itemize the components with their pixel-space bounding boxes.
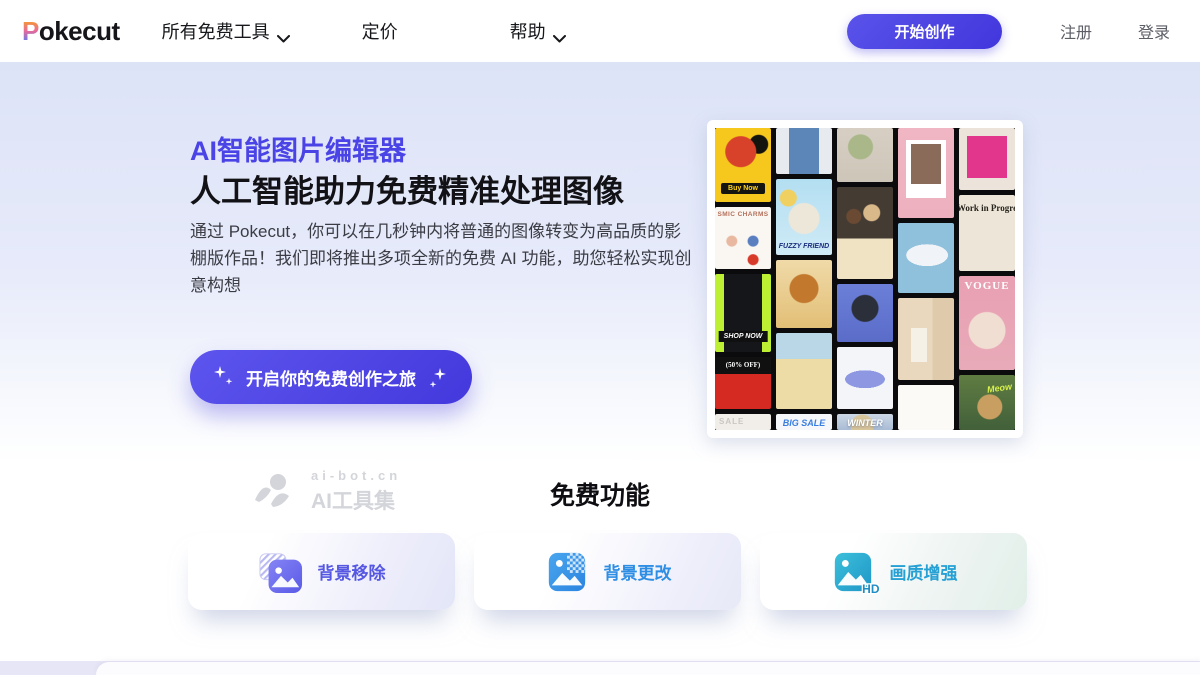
tile-label: BIG SALE xyxy=(783,418,826,428)
tile-label: WINTER xyxy=(847,418,883,428)
collage-tile-cat xyxy=(776,260,832,328)
tile-label: SMIC CHARMS xyxy=(718,211,769,218)
logo-letter: P xyxy=(22,16,39,47)
hd-badge: HD xyxy=(862,582,879,596)
collage-tile-magenta-poster xyxy=(959,128,1015,190)
tile-label: VOGUE xyxy=(964,280,1009,292)
collage-tile-work-in-progress: Work in Progre xyxy=(959,195,1015,271)
collage-tile-meow-cat: Meow xyxy=(959,375,1015,430)
collage-tile-beach xyxy=(776,333,832,409)
feature-card-background-removal[interactable]: 背景移除 xyxy=(188,533,455,610)
sparkle-icon xyxy=(212,364,236,390)
collage-tile-winter: WINTER xyxy=(837,414,893,430)
collage-column: Buy Now SMIC CHARMS SHOP NOW (50% OFF) S… xyxy=(715,128,771,430)
collage-tile-lamps: SALE xyxy=(715,414,771,430)
tile-label: SALE xyxy=(719,417,744,426)
next-section-panel-edge xyxy=(96,662,1200,675)
feature-card-label: 画质增强 xyxy=(890,559,958,584)
feature-card-background-change[interactable]: 背景更改 xyxy=(474,533,741,610)
hd-enhance-icon: HD xyxy=(830,550,876,594)
collage-tile-shoe xyxy=(837,347,893,409)
tile-label: Meow xyxy=(986,381,1012,394)
feature-cards-row: 背景移除 xyxy=(188,533,1027,610)
logo-text: okecut xyxy=(39,16,120,47)
cta-label: 开启你的免费创作之旅 xyxy=(246,365,416,390)
chevron-down-icon xyxy=(277,27,290,35)
pokecut-landing-page: Pokecut 所有免费工具 定价 帮助 开始创作 注册 登录 AI智能图 xyxy=(0,0,1200,675)
collage-tile-lamp-ad: Buy Now xyxy=(715,128,771,202)
hero-title: 人工智能助力免费精准处理图像 xyxy=(190,166,624,211)
collage-grid: Buy Now SMIC CHARMS SHOP NOW (50% OFF) S… xyxy=(715,128,1015,430)
nav-label: 所有免费工具 xyxy=(162,18,270,44)
collage-column: FUZZY FRIEND BIG SALE xyxy=(776,128,832,430)
collage-column: WINTER xyxy=(837,128,893,430)
collage-tile-flowers xyxy=(837,128,893,182)
hero-collage-image: Buy Now SMIC CHARMS SHOP NOW (50% OFF) S… xyxy=(707,120,1023,438)
collage-tile-big-sale: BIG SALE xyxy=(776,414,832,430)
feature-card-image-enhance[interactable]: HD 画质增强 xyxy=(760,533,1027,610)
tile-label: FUZZY FRIEND xyxy=(779,243,829,250)
collage-tile-reviews xyxy=(898,385,954,430)
free-features-heading: 免费功能 xyxy=(0,476,1200,512)
collage-tile-perfume xyxy=(898,298,954,380)
collage-tile-vogue: VOGUE xyxy=(959,276,1015,370)
hero-subtitle: AI智能图片编辑器 xyxy=(190,129,406,168)
tile-label: Work in Progre xyxy=(959,203,1015,213)
sparkle-icon xyxy=(426,364,450,390)
collage-tile-plush-toy: FUZZY FRIEND xyxy=(776,179,832,255)
feature-card-label: 背景更改 xyxy=(604,559,672,584)
pokecut-logo[interactable]: Pokecut xyxy=(22,16,120,47)
collage-tile-sneaker xyxy=(898,223,954,293)
start-creating-button[interactable]: 开始创作 xyxy=(847,14,1002,49)
login-link[interactable]: 登录 xyxy=(1138,19,1170,43)
nav-label: 帮助 xyxy=(510,18,546,44)
collage-column xyxy=(898,128,954,430)
nav-item-help[interactable]: 帮助 xyxy=(510,18,566,44)
main-nav: 所有免费工具 定价 帮助 xyxy=(162,18,566,44)
background-change-icon xyxy=(544,550,590,594)
tile-label: Buy Now xyxy=(721,183,765,194)
collage-tile-pants-ad: SHOP NOW xyxy=(715,274,771,352)
top-navbar: Pokecut 所有免费工具 定价 帮助 开始创作 注册 登录 xyxy=(0,0,1200,62)
collage-tile-polaroid xyxy=(898,128,954,218)
collage-tile-jeans xyxy=(776,128,832,174)
collage-tile-jewelry: SMIC CHARMS xyxy=(715,207,771,269)
background-remove-icon xyxy=(258,550,304,594)
tile-label: (50% OFF) xyxy=(726,361,760,369)
nav-item-pricing[interactable]: 定价 xyxy=(362,18,398,44)
hero-description: 通过 Pokecut，你可以在几秒钟内将普通的图像转变为高品质的影棚版作品！我们… xyxy=(190,218,698,299)
collage-tile-camera-ad: (50% OFF) xyxy=(715,357,771,409)
collage-tile-drinks xyxy=(837,187,893,279)
chevron-down-icon xyxy=(553,27,566,35)
start-free-journey-button[interactable]: 开启你的免费创作之旅 xyxy=(190,350,472,404)
collage-column: Work in Progre VOGUE Meow xyxy=(959,128,1015,430)
nav-item-all-free-tools[interactable]: 所有免费工具 xyxy=(162,18,290,44)
tile-label: SHOP NOW xyxy=(719,331,768,342)
register-link[interactable]: 注册 xyxy=(1060,19,1092,43)
feature-card-label: 背景移除 xyxy=(318,559,386,584)
nav-label: 定价 xyxy=(362,18,398,44)
collage-tile-portrait xyxy=(837,284,893,342)
